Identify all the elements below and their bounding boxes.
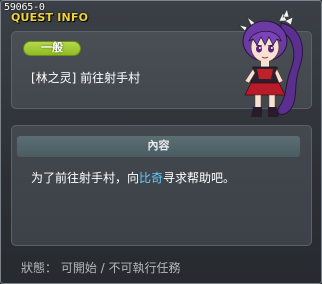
- npc-name-link[interactable]: 比奇: [139, 171, 163, 185]
- quest-name: [林之灵] 前往射手村: [31, 71, 141, 85]
- quest-info-window: 59065-0 QUEST INFO 一般 [林之灵] 前往射手村 內容 为了前…: [0, 0, 322, 284]
- quest-status: 狀態： 可開始 / 不可執行任務: [21, 261, 181, 275]
- description-text: 为了前往射手村，向: [31, 171, 140, 185]
- description-text-end: 寻求帮助吧。: [163, 171, 236, 185]
- category-badge: 一般: [23, 41, 81, 56]
- window-title: QUEST INFO: [11, 11, 89, 24]
- content-section-header: 內容: [17, 136, 300, 157]
- quest-description: 为了前往射手村，向比奇寻求帮助吧。: [31, 169, 235, 186]
- npc-portrait-icon: [238, 8, 303, 117]
